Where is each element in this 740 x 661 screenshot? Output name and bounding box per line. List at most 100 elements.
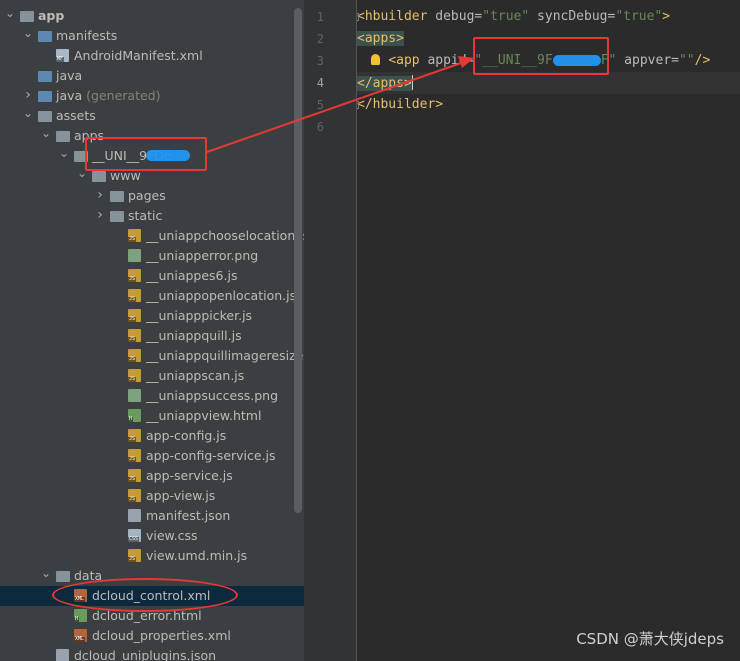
- tag-hbuilder-close: </hbuilder>: [357, 97, 444, 112]
- chevron-down-icon[interactable]: ⌄: [40, 566, 52, 586]
- js-file-icon: JS: [128, 469, 141, 482]
- tree-item[interactable]: __uniapperror.png: [0, 246, 304, 266]
- lightbulb-icon[interactable]: [371, 54, 380, 65]
- code-line-6[interactable]: [357, 116, 740, 138]
- html-file-icon: H: [74, 609, 87, 622]
- folder-icon: [56, 131, 70, 142]
- value-debug: "true": [482, 9, 530, 24]
- tree-item[interactable]: __uniappsuccess.png: [0, 386, 304, 406]
- folder-icon: [110, 191, 124, 202]
- code-line-1[interactable]: <hbuilder debug="true" syncDebug="true">: [357, 6, 740, 28]
- tree-item[interactable]: MF AndroidManifest.xml: [0, 46, 304, 66]
- editor-gutter: 1 2 3 4 5 6: [304, 0, 357, 661]
- chevron-right-icon[interactable]: ›: [94, 206, 106, 226]
- tree-item[interactable]: XML dcloud_properties.xml: [0, 626, 304, 646]
- tree-item-label: manifests: [56, 28, 118, 43]
- json-file-icon: [128, 509, 141, 522]
- line-number: 6: [316, 120, 324, 134]
- tree-item[interactable]: › java (generated): [0, 86, 304, 106]
- tree-item[interactable]: JS view.umd.min.js: [0, 546, 304, 566]
- png-file-icon: [128, 249, 141, 262]
- tree-item-label: __uniappscan.js: [146, 368, 245, 383]
- tree-item[interactable]: › pages: [0, 186, 304, 206]
- chevron-down-icon[interactable]: ⌄: [58, 146, 70, 166]
- folder-icon: [56, 571, 70, 582]
- tree-item[interactable]: JS __uniappopenlocation.js: [0, 286, 304, 306]
- manifest-file-icon: MF: [56, 49, 69, 62]
- tree-item[interactable]: JS app-config-service.js: [0, 446, 304, 466]
- tree-item-label: __uniappchooselocation.js: [146, 228, 304, 243]
- tree-item[interactable]: JS __uniappquillimageresize.js: [0, 346, 304, 366]
- tree-item-label: __uniappopenlocation.js: [146, 288, 297, 303]
- tree-item[interactable]: JS __uniappquill.js: [0, 326, 304, 346]
- png-file-icon: [128, 389, 141, 402]
- tree-item-label: pages: [128, 188, 166, 203]
- js-file-icon: JS: [128, 489, 141, 502]
- project-tree-panel: ⌄ app ⌄ manifests MF AndroidManifest.xml java ›…: [0, 0, 304, 661]
- tree-item[interactable]: JS __uniappchooselocation.js: [0, 226, 304, 246]
- tree-item[interactable]: › static: [0, 206, 304, 226]
- folder-icon: [38, 111, 52, 122]
- tree-item[interactable]: JS app-view.js: [0, 486, 304, 506]
- chevron-down-icon[interactable]: ⌄: [40, 126, 52, 146]
- tree-item[interactable]: manifest.json: [0, 506, 304, 526]
- line-number: 4: [316, 76, 324, 90]
- js-file-icon: JS: [128, 269, 141, 282]
- annotation-folder-box: [85, 137, 207, 171]
- tree-scrollbar[interactable]: [294, 8, 302, 513]
- attr-debug: debug=: [427, 9, 483, 24]
- fold-marker-icon[interactable]: [357, 13, 359, 21]
- chevron-down-icon[interactable]: ⌄: [22, 26, 34, 46]
- tree-item[interactable]: H __uniappview.html: [0, 406, 304, 426]
- tree-item-label: static: [128, 208, 163, 223]
- tag-app-open: <app: [388, 53, 420, 68]
- tree-item-label: AndroidManifest.xml: [74, 48, 203, 63]
- folder-icon: [110, 211, 124, 222]
- tree-item[interactable]: JS __uniappscan.js: [0, 366, 304, 386]
- tree-item-label: view.umd.min.js: [146, 548, 248, 563]
- tree-item[interactable]: dcloud_uniplugins.json: [0, 646, 304, 661]
- line-number: 2: [316, 32, 324, 46]
- tree-item-label: view.css: [146, 528, 198, 543]
- tree-item-label: dcloud_properties.xml: [92, 628, 231, 643]
- tree-item-label: dcloud_uniplugins.json: [74, 648, 217, 661]
- tree-item[interactable]: JS __uniapppicker.js: [0, 306, 304, 326]
- tree-item[interactable]: CSS view.css: [0, 526, 304, 546]
- tag-hbuilder-open: <hbuilder: [357, 9, 428, 24]
- folder-icon: [20, 11, 34, 22]
- attr-appver: appver=: [616, 53, 679, 68]
- tree-item-label: assets: [56, 108, 96, 123]
- tree-item[interactable]: JS app-service.js: [0, 466, 304, 486]
- tree-item[interactable]: ⌄ assets: [0, 106, 304, 126]
- chevron-down-icon[interactable]: ⌄: [22, 106, 34, 126]
- js-file-icon: JS: [128, 429, 141, 442]
- line-number: 1: [316, 10, 324, 24]
- tree-item-label: app-view.js: [146, 488, 216, 503]
- css-file-icon: CSS: [128, 529, 141, 542]
- tree-item-label: manifest.json: [146, 508, 231, 523]
- code-line-4[interactable]: </apps>: [357, 72, 740, 94]
- attr-syncdebug: syncDebug=: [529, 9, 616, 24]
- tree-item[interactable]: ⌄ app: [0, 6, 304, 26]
- code-line-5[interactable]: </hbuilder>: [357, 94, 740, 116]
- chevron-down-icon[interactable]: ⌄: [4, 6, 16, 26]
- tree-item[interactable]: java: [0, 66, 304, 86]
- js-file-icon: JS: [128, 229, 141, 242]
- annotation-appid-box: [473, 37, 609, 75]
- tree-item[interactable]: JS app-config.js: [0, 426, 304, 446]
- tree-item[interactable]: ⌄ manifests: [0, 26, 304, 46]
- value-appver: "": [678, 53, 695, 68]
- chevron-right-icon[interactable]: ›: [94, 186, 106, 206]
- tree-item-label: __uniapppicker.js: [146, 308, 253, 323]
- fold-marker-icon[interactable]: [357, 101, 359, 109]
- tree-item-label: app-service.js: [146, 468, 233, 483]
- tree-item-label: java: [56, 68, 83, 83]
- folder-icon: [92, 171, 106, 182]
- folder-icon: [38, 31, 52, 42]
- attr-appid: appid=: [419, 53, 475, 68]
- line-number: 3: [316, 54, 324, 68]
- js-file-icon: JS: [128, 369, 141, 382]
- chevron-right-icon[interactable]: ›: [22, 86, 34, 106]
- tree-item[interactable]: JS __uniappes6.js: [0, 266, 304, 286]
- code-editor[interactable]: <hbuilder debug="true" syncDebug="true">…: [357, 0, 740, 661]
